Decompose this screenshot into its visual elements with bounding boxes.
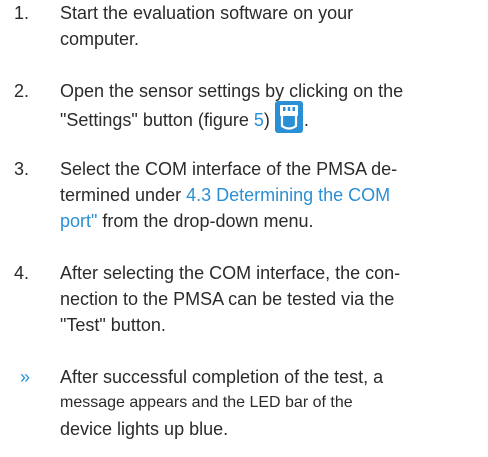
step-number: 3. bbox=[14, 159, 30, 179]
result-line: After successful completion of the test,… bbox=[60, 367, 384, 387]
step-line: computer. bbox=[60, 29, 140, 49]
result-line: message appears and the LED bar of the bbox=[60, 394, 353, 411]
section-link[interactable]: 4.3 Determining the COM bbox=[186, 185, 390, 205]
step-line: "Test" button. bbox=[60, 315, 166, 335]
step-line: "Settings" button (figure 5) . bbox=[60, 101, 480, 138]
settings-plug-icon bbox=[274, 101, 303, 133]
step-text: Open the sensor settings by clicking on … bbox=[60, 78, 480, 138]
result-line: device lights up blue. bbox=[60, 419, 229, 439]
step-text: Select the COM interface of the PMSA de-… bbox=[60, 156, 480, 234]
step-text: Start the evaluation software on your co… bbox=[60, 0, 480, 52]
result-marker-icon: » bbox=[20, 367, 31, 387]
step-number: 1. bbox=[14, 3, 30, 23]
step-number: 2. bbox=[14, 81, 30, 101]
result-text: After successful completion of the test,… bbox=[60, 364, 480, 442]
step-line: termined under 4.3 Determining the COM bbox=[60, 182, 480, 208]
step-text-segment: ) bbox=[263, 109, 270, 130]
step-line: Select the COM interface of the PMSA de- bbox=[60, 159, 398, 179]
step-line: Start the evaluation software on your bbox=[60, 3, 354, 23]
step-text-segment: "Settings" button (figure bbox=[60, 109, 254, 130]
section-link-continued[interactable]: port" bbox=[60, 211, 97, 231]
step-line: nection to the PMSA can be tested via th… bbox=[60, 289, 395, 309]
step-line: After selecting the COM interface, the c… bbox=[60, 263, 401, 283]
step-number: 4. bbox=[14, 263, 30, 283]
step-text-segment: . bbox=[303, 109, 309, 130]
step-text: After selecting the COM interface, the c… bbox=[60, 260, 480, 338]
step-text-segment: termined under bbox=[60, 185, 187, 205]
figure-link[interactable]: 5 bbox=[254, 110, 264, 130]
step-text-segment: from the drop-down menu. bbox=[97, 211, 314, 231]
step-line: port" from the drop-down menu. bbox=[60, 208, 480, 234]
step-line: Open the sensor settings by clicking on … bbox=[60, 81, 404, 101]
